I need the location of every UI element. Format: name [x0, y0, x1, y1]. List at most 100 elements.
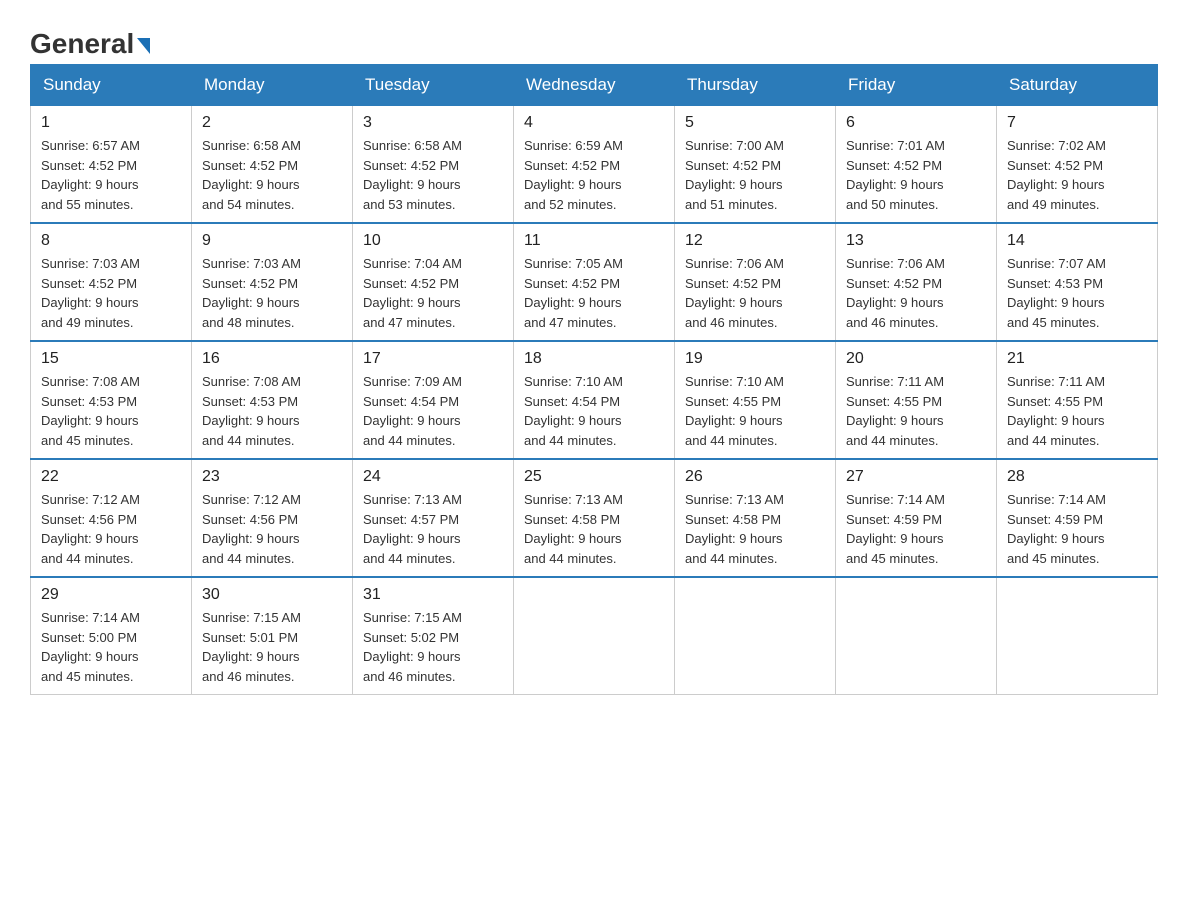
day-number: 16 [202, 350, 342, 368]
page-header: General [30, 20, 1158, 54]
calendar-day-cell: 8 Sunrise: 7:03 AMSunset: 4:52 PMDaylight… [31, 223, 192, 341]
day-number: 1 [41, 114, 181, 132]
calendar-table: SundayMondayTuesdayWednesdayThursdayFrid… [30, 64, 1158, 695]
day-info: Sunrise: 7:05 AMSunset: 4:52 PMDaylight:… [524, 254, 664, 332]
calendar-day-cell: 24Sunrise: 7:13 AMSunset: 4:57 PMDayligh… [353, 459, 514, 577]
day-info: Sunrise: 7:12 AMSunset: 4:56 PMDaylight:… [41, 490, 181, 568]
calendar-day-cell: 3Sunrise: 6:58 AMSunset: 4:52 PMDaylight… [353, 106, 514, 224]
calendar-day-cell: 13 Sunrise: 7:06 AMSunset: 4:52 PMDayligh… [836, 223, 997, 341]
calendar-day-cell: 12 Sunrise: 7:06 AMSunset: 4:52 PMDayligh… [675, 223, 836, 341]
calendar-day-cell: 26 Sunrise: 7:13 AMSunset: 4:58 PMDayligh… [675, 459, 836, 577]
day-number: 28 [1007, 468, 1147, 486]
calendar-day-cell: 11 Sunrise: 7:05 AMSunset: 4:52 PMDayligh… [514, 223, 675, 341]
day-info: Sunrise: 7:06 AMSunset: 4:52 PMDaylight:… [685, 254, 825, 332]
day-number: 30 [202, 586, 342, 604]
calendar-day-cell: 25 Sunrise: 7:13 AMSunset: 4:58 PMDayligh… [514, 459, 675, 577]
calendar-day-cell: 19 Sunrise: 7:10 AMSunset: 4:55 PMDayligh… [675, 341, 836, 459]
day-info: Sunrise: 6:59 AMSunset: 4:52 PMDaylight:… [524, 136, 664, 214]
day-number: 6 [846, 114, 986, 132]
logo-general: General [30, 30, 150, 58]
day-info: Sunrise: 7:13 AMSunset: 4:57 PMDaylight:… [363, 490, 503, 568]
calendar-day-cell: 6 Sunrise: 7:01 AMSunset: 4:52 PMDaylight… [836, 106, 997, 224]
calendar-day-cell: 15 Sunrise: 7:08 AMSunset: 4:53 PMDayligh… [31, 341, 192, 459]
day-number: 31 [363, 586, 503, 604]
day-info: Sunrise: 7:15 AMSunset: 5:02 PMDaylight:… [363, 608, 503, 686]
weekday-header-friday: Friday [836, 65, 997, 106]
day-info: Sunrise: 7:15 AMSunset: 5:01 PMDaylight:… [202, 608, 342, 686]
day-number: 18 [524, 350, 664, 368]
day-info: Sunrise: 7:01 AMSunset: 4:52 PMDaylight:… [846, 136, 986, 214]
day-number: 4 [524, 114, 664, 132]
day-number: 5 [685, 114, 825, 132]
day-number: 12 [685, 232, 825, 250]
weekday-header-monday: Monday [192, 65, 353, 106]
calendar-week-row: 29 Sunrise: 7:14 AMSunset: 5:00 PMDayligh… [31, 577, 1158, 695]
day-info: Sunrise: 7:14 AMSunset: 4:59 PMDaylight:… [846, 490, 986, 568]
calendar-day-cell: 9 Sunrise: 7:03 AMSunset: 4:52 PMDaylight… [192, 223, 353, 341]
calendar-day-cell: 2 Sunrise: 6:58 AMSunset: 4:52 PMDaylight… [192, 106, 353, 224]
day-number: 10 [363, 232, 503, 250]
calendar-day-cell: 4 Sunrise: 6:59 AMSunset: 4:52 PMDaylight… [514, 106, 675, 224]
day-info: Sunrise: 7:14 AMSunset: 5:00 PMDaylight:… [41, 608, 181, 686]
day-info: Sunrise: 7:11 AMSunset: 4:55 PMDaylight:… [846, 372, 986, 450]
day-info: Sunrise: 6:57 AMSunset: 4:52 PMDaylight:… [41, 136, 181, 214]
weekday-header-tuesday: Tuesday [353, 65, 514, 106]
day-number: 2 [202, 114, 342, 132]
day-number: 11 [524, 232, 664, 250]
calendar-day-cell: 22 Sunrise: 7:12 AMSunset: 4:56 PMDayligh… [31, 459, 192, 577]
day-info: Sunrise: 7:10 AMSunset: 4:54 PMDaylight:… [524, 372, 664, 450]
day-info: Sunrise: 7:13 AMSunset: 4:58 PMDaylight:… [685, 490, 825, 568]
day-info: Sunrise: 7:09 AMSunset: 4:54 PMDaylight:… [363, 372, 503, 450]
calendar-day-cell: 20 Sunrise: 7:11 AMSunset: 4:55 PMDayligh… [836, 341, 997, 459]
day-number: 9 [202, 232, 342, 250]
day-info: Sunrise: 7:03 AMSunset: 4:52 PMDaylight:… [41, 254, 181, 332]
calendar-day-cell: 1 Sunrise: 6:57 AMSunset: 4:52 PMDaylight… [31, 106, 192, 224]
day-info: Sunrise: 7:08 AMSunset: 4:53 PMDaylight:… [202, 372, 342, 450]
calendar-day-cell: 21Sunrise: 7:11 AMSunset: 4:55 PMDayligh… [997, 341, 1158, 459]
day-number: 25 [524, 468, 664, 486]
day-number: 23 [202, 468, 342, 486]
weekday-header-thursday: Thursday [675, 65, 836, 106]
day-info: Sunrise: 7:00 AMSunset: 4:52 PMDaylight:… [685, 136, 825, 214]
day-number: 22 [41, 468, 181, 486]
calendar-day-cell: 23Sunrise: 7:12 AMSunset: 4:56 PMDayligh… [192, 459, 353, 577]
calendar-day-cell [514, 577, 675, 695]
day-number: 17 [363, 350, 503, 368]
day-info: Sunrise: 7:14 AMSunset: 4:59 PMDaylight:… [1007, 490, 1147, 568]
day-number: 15 [41, 350, 181, 368]
day-number: 8 [41, 232, 181, 250]
weekday-header-wednesday: Wednesday [514, 65, 675, 106]
day-info: Sunrise: 7:04 AMSunset: 4:52 PMDaylight:… [363, 254, 503, 332]
calendar-day-cell: 27 Sunrise: 7:14 AMSunset: 4:59 PMDayligh… [836, 459, 997, 577]
day-info: Sunrise: 7:10 AMSunset: 4:55 PMDaylight:… [685, 372, 825, 450]
day-info: Sunrise: 7:08 AMSunset: 4:53 PMDaylight:… [41, 372, 181, 450]
day-info: Sunrise: 7:03 AMSunset: 4:52 PMDaylight:… [202, 254, 342, 332]
day-number: 19 [685, 350, 825, 368]
day-number: 13 [846, 232, 986, 250]
day-info: Sunrise: 6:58 AMSunset: 4:52 PMDaylight:… [202, 136, 342, 214]
day-number: 20 [846, 350, 986, 368]
calendar-day-cell: 16 Sunrise: 7:08 AMSunset: 4:53 PMDayligh… [192, 341, 353, 459]
day-info: Sunrise: 7:02 AMSunset: 4:52 PMDaylight:… [1007, 136, 1147, 214]
day-number: 29 [41, 586, 181, 604]
calendar-day-cell: 10 Sunrise: 7:04 AMSunset: 4:52 PMDayligh… [353, 223, 514, 341]
calendar-day-cell: 28 Sunrise: 7:14 AMSunset: 4:59 PMDayligh… [997, 459, 1158, 577]
day-info: Sunrise: 7:06 AMSunset: 4:52 PMDaylight:… [846, 254, 986, 332]
calendar-day-cell [675, 577, 836, 695]
calendar-week-row: 22 Sunrise: 7:12 AMSunset: 4:56 PMDayligh… [31, 459, 1158, 577]
calendar-day-cell: 31 Sunrise: 7:15 AMSunset: 5:02 PMDayligh… [353, 577, 514, 695]
weekday-header-sunday: Sunday [31, 65, 192, 106]
calendar-day-cell [836, 577, 997, 695]
day-number: 27 [846, 468, 986, 486]
calendar-week-row: 1 Sunrise: 6:57 AMSunset: 4:52 PMDaylight… [31, 106, 1158, 224]
calendar-day-cell: 7 Sunrise: 7:02 AMSunset: 4:52 PMDaylight… [997, 106, 1158, 224]
calendar-day-cell: 5 Sunrise: 7:00 AMSunset: 4:52 PMDaylight… [675, 106, 836, 224]
calendar-day-cell: 18 Sunrise: 7:10 AMSunset: 4:54 PMDayligh… [514, 341, 675, 459]
day-number: 26 [685, 468, 825, 486]
calendar-day-cell: 29 Sunrise: 7:14 AMSunset: 5:00 PMDayligh… [31, 577, 192, 695]
day-number: 7 [1007, 114, 1147, 132]
day-info: Sunrise: 7:11 AMSunset: 4:55 PMDaylight:… [1007, 372, 1147, 450]
day-info: Sunrise: 6:58 AMSunset: 4:52 PMDaylight:… [363, 136, 503, 214]
calendar-week-row: 8 Sunrise: 7:03 AMSunset: 4:52 PMDaylight… [31, 223, 1158, 341]
day-info: Sunrise: 7:13 AMSunset: 4:58 PMDaylight:… [524, 490, 664, 568]
